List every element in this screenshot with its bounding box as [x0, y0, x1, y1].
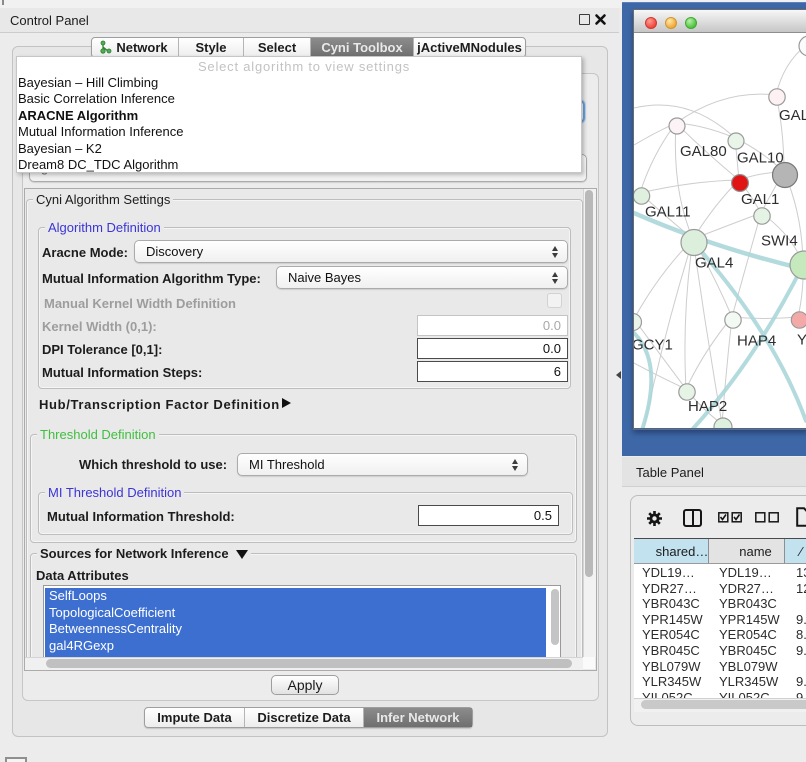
svg-text:GAL11: GAL11	[645, 204, 691, 221]
svg-text:Y: Y	[797, 332, 806, 349]
svg-text:HAP4: HAP4	[737, 333, 776, 350]
svg-text:GAL1: GAL1	[741, 191, 779, 208]
svg-text:GAL4: GAL4	[695, 255, 733, 272]
svg-text:SWI4: SWI4	[761, 233, 798, 250]
svg-text:GAL7: GAL7	[779, 107, 806, 124]
svg-text:GCY1: GCY1	[634, 337, 673, 354]
svg-text:HAP2: HAP2	[688, 398, 727, 415]
svg-text:GAL80: GAL80	[680, 143, 727, 160]
svg-text:GAL10: GAL10	[737, 150, 784, 167]
